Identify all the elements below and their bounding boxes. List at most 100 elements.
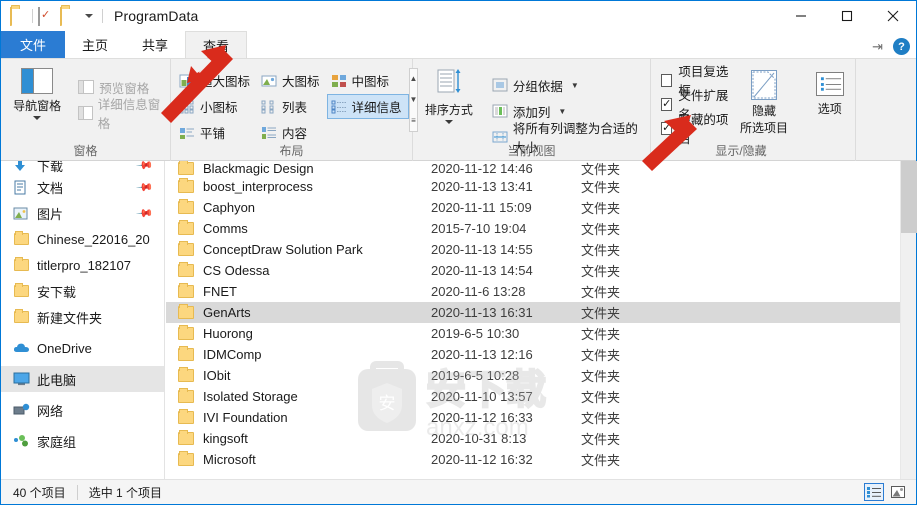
sidebar-item-this-pc[interactable]: 此电脑: [1, 366, 164, 392]
file-name-cell: FNET: [166, 283, 431, 299]
sidebar-item-downloads[interactable]: 下载 📌: [1, 161, 164, 175]
sidebar-item-pictures[interactable]: 图片 📌: [1, 200, 164, 226]
pin-icon[interactable]: 📌: [136, 178, 155, 196]
sidebar-item-label: 家庭组: [37, 434, 77, 450]
file-type-cell: 文件夹: [581, 162, 621, 177]
tab-home[interactable]: 主页: [65, 31, 125, 58]
nav-pane-button[interactable]: 导航窗格: [7, 64, 67, 126]
folder-icon: [178, 325, 194, 340]
view-toggle-buttons: [864, 483, 908, 501]
sidebar-item-titlerpro-folder[interactable]: titlerpro_182107: [1, 252, 164, 278]
pin-icon[interactable]: 📌: [136, 204, 155, 222]
properties-icon[interactable]: [38, 7, 55, 26]
file-date-cell: 2020-11-13 16:31: [431, 305, 533, 320]
hide-selected-items-button[interactable]: 隐藏 所选项目: [734, 64, 795, 140]
ribbon-view-tab: 导航窗格 预览窗格 详细信息窗格 窗格 超大图标 大图标 中图标 小图标 列表 …: [1, 58, 916, 162]
file-date-cell: 2020-11-13 12:16: [431, 347, 533, 362]
file-type-cell: 文件夹: [581, 390, 621, 405]
details-view-button[interactable]: [864, 483, 884, 501]
network-icon: [13, 403, 33, 417]
table-row[interactable]: IDMComp 2020-11-13 12:16 文件夹: [166, 344, 901, 365]
file-name-cell: GenArts: [166, 304, 431, 320]
file-name-cell: IDMComp: [166, 346, 431, 362]
tab-share[interactable]: 共享: [125, 31, 185, 58]
table-row[interactable]: Microsoft 2020-11-12 16:32 文件夹: [166, 449, 901, 470]
item-count-label: 40 个项目: [13, 485, 66, 500]
layout-extra-large-icons[interactable]: 超大图标: [175, 68, 257, 93]
folder-icon: [178, 304, 194, 319]
table-row[interactable]: kingsoft 2020-10-31 8:13 文件夹: [166, 428, 901, 449]
folder-icon: [178, 430, 194, 445]
status-bar: 40 个项目 选中 1 个项目: [1, 479, 916, 504]
table-row[interactable]: boost_interprocess 2020-11-13 13:41 文件夹: [166, 176, 901, 197]
close-button[interactable]: [870, 1, 916, 31]
group-label-panes: 窗格: [73, 144, 98, 158]
divider: [32, 9, 33, 23]
hidden-items-checkbox[interactable]: ✓: [661, 121, 673, 135]
sidebar-item-chinese-folder[interactable]: Chinese_22016_20: [1, 226, 164, 252]
table-row[interactable]: IVI Foundation 2020-11-12 16:33 文件夹: [166, 407, 901, 428]
folder-icon: [178, 346, 194, 361]
layout-medium-icons[interactable]: 中图标: [327, 68, 409, 93]
chevron-down-icon[interactable]: [85, 14, 93, 18]
file-list[interactable]: Blackmagic Design 2020-11-12 14:46 文件夹 b…: [166, 161, 901, 479]
file-extensions-checkbox[interactable]: ✓: [661, 97, 673, 111]
item-checkboxes-checkbox[interactable]: [661, 73, 673, 87]
sidebar-item-onedrive[interactable]: OneDrive: [1, 335, 164, 361]
layout-details[interactable]: 详细信息: [326, 94, 409, 119]
table-row[interactable]: Blackmagic Design 2020-11-12 14:46 文件夹: [166, 161, 901, 177]
options-button[interactable]: 选项: [804, 64, 855, 140]
details-pane-button[interactable]: 详细信息窗格: [73, 98, 170, 131]
table-row[interactable]: GenArts 2020-11-13 16:31 文件夹: [166, 302, 901, 323]
file-date-cell: 2020-11-12 16:33: [431, 410, 533, 425]
navigation-pane[interactable]: 下载 📌 文档 📌 图片 📌 Chinese_22016_20 titlerpr…: [1, 161, 165, 479]
group-by-button[interactable]: 分组依据 ▼: [487, 72, 650, 98]
folder-icon[interactable]: [10, 7, 27, 26]
sort-by-button[interactable]: 排序方式: [421, 64, 477, 150]
maximize-button[interactable]: [824, 1, 870, 31]
chevron-down-icon: ▼: [558, 106, 567, 116]
sidebar-item-anxiazai-folder[interactable]: 安下载: [1, 278, 164, 304]
ribbon-group-trailing: [856, 59, 916, 162]
file-date-cell: 2019-6-5 10:28: [431, 368, 520, 383]
sidebar-item-network[interactable]: 网络: [1, 397, 164, 423]
large-icons-view-button[interactable]: [888, 483, 908, 501]
sidebar-item-homegroup[interactable]: 家庭组: [1, 428, 164, 454]
this-pc-icon: [13, 372, 33, 386]
table-row[interactable]: CS Odessa 2020-11-13 14:54 文件夹: [166, 260, 901, 281]
layout-list[interactable]: 列表: [257, 94, 327, 119]
hidden-items-row[interactable]: ✓ 隐藏的项目: [657, 113, 732, 146]
tab-file[interactable]: 文件: [1, 31, 66, 58]
minimize-button[interactable]: [778, 1, 824, 31]
table-row[interactable]: Huorong 2019-6-5 10:30 文件夹: [166, 323, 901, 344]
vertical-scrollbar[interactable]: [900, 161, 917, 479]
explorer-body: 下载 📌 文档 📌 图片 📌 Chinese_22016_20 titlerpr…: [1, 161, 917, 479]
cloud-icon: [13, 342, 33, 354]
layout-small-icons[interactable]: 小图标: [175, 94, 257, 119]
new-folder-icon[interactable]: [60, 7, 77, 26]
sidebar-item-new-folder[interactable]: 新建文件夹: [1, 304, 164, 330]
divider: [76, 484, 78, 500]
table-row[interactable]: Isolated Storage 2020-11-10 13:57 文件夹: [166, 386, 901, 407]
group-by-icon: [492, 78, 508, 92]
selected-count-label: 选中 1 个项目: [88, 485, 163, 500]
sidebar-item-label: OneDrive: [37, 340, 92, 356]
ribbon-group-show-hide: 项目复选框 ✓ 文件扩展名 ✓ 隐藏的项目 隐藏 所选项目 选项 显示/隐藏: [651, 59, 856, 162]
pin-icon[interactable]: 📌: [136, 161, 155, 175]
table-row[interactable]: Caphyon 2020-11-11 15:09 文件夹: [166, 197, 901, 218]
window-controls: [778, 1, 916, 31]
scrollbar-thumb[interactable]: [901, 161, 917, 233]
document-icon: [13, 180, 33, 195]
folder-icon: [178, 388, 194, 403]
help-icon[interactable]: ?: [893, 38, 910, 55]
pin-ribbon-icon[interactable]: ⇥: [872, 39, 883, 55]
sidebar-item-label: 新建文件夹: [37, 310, 103, 326]
tab-view[interactable]: 查看: [185, 31, 248, 58]
table-row[interactable]: ConceptDraw Solution Park 2020-11-13 14:…: [166, 239, 901, 260]
file-type-cell: 文件夹: [581, 432, 621, 447]
table-row[interactable]: IObit 2019-6-5 10:28 文件夹: [166, 365, 901, 386]
layout-large-icons[interactable]: 大图标: [257, 68, 327, 93]
table-row[interactable]: Comms 2015-7-10 19:04 文件夹: [166, 218, 901, 239]
sidebar-item-documents[interactable]: 文档 📌: [1, 174, 164, 200]
table-row[interactable]: FNET 2020-11-6 13:28 文件夹: [166, 281, 901, 302]
